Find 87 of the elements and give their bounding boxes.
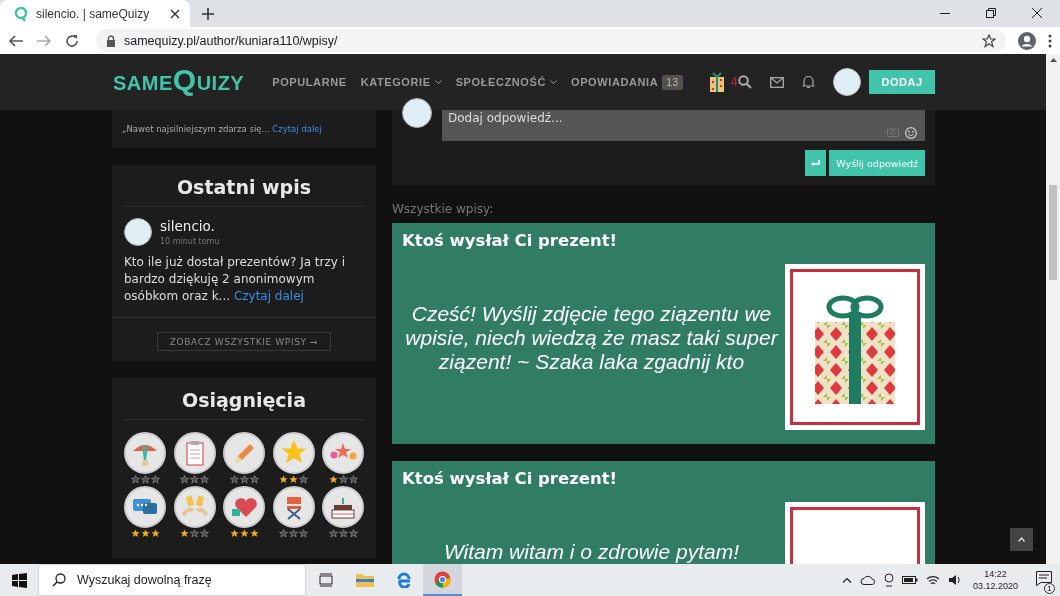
cloud-icon[interactable] — [859, 575, 876, 585]
author-name[interactable]: silencio. — [160, 218, 220, 234]
star-icon — [140, 529, 150, 538]
bookmark-star-icon[interactable] — [982, 33, 996, 48]
chevron-down-icon — [434, 79, 442, 85]
menu-icon[interactable] — [1048, 33, 1052, 48]
new-tab-icon[interactable] — [202, 7, 214, 20]
gift-icon[interactable] — [708, 72, 725, 92]
wifi-icon[interactable] — [925, 574, 940, 586]
avatar[interactable] — [124, 218, 152, 246]
back-icon[interactable] — [8, 32, 24, 49]
star-icon — [289, 475, 298, 484]
speaker-icon[interactable] — [947, 574, 961, 586]
chevron-up-icon — [1018, 537, 1025, 542]
reply-field[interactable]: Dodaj odpowiedź... — [442, 110, 925, 141]
taskbar-clock[interactable]: 14:22 03.12.2020 — [972, 568, 1018, 592]
close-icon[interactable] — [170, 8, 180, 19]
address-bar[interactable]: samequizy.pl/author/kuniara110/wpisy/ — [96, 29, 1006, 52]
section-label: Wszystkie wpisy: — [392, 201, 495, 218]
gift-count: 4 — [730, 75, 739, 89]
post-title: Ktoś wysłał Ci prezent! — [402, 231, 619, 250]
reload-icon[interactable] — [64, 32, 80, 49]
quiz-logo-icon — [14, 5, 28, 22]
nav-link[interactable]: SPOŁECZNOŚĆ — [455, 76, 557, 88]
smiley-icon[interactable] — [905, 127, 917, 139]
excerpt-text: Kto ile już dostał prezentów? Ja trzy i bardzo dziękuję 2 anonimowym osóbkom oraz k... Czytaj dalej — [112, 246, 376, 318]
avatar[interactable] — [833, 68, 862, 96]
achievement-badge[interactable] — [223, 432, 265, 474]
achievement-badge[interactable] — [173, 486, 216, 528]
star-icon — [249, 529, 259, 538]
bell-icon[interactable] — [802, 75, 816, 89]
profile-icon[interactable] — [1018, 31, 1036, 50]
taskbar-search-field[interactable]: Wyszukaj dowolną frazę — [38, 564, 306, 596]
webcam-icon[interactable] — [883, 573, 894, 587]
caret-up-icon[interactable] — [841, 577, 852, 583]
scroll-up-icon[interactable] — [1049, 58, 1057, 62]
star-icon — [180, 529, 189, 538]
site-logo[interactable]: SAMEQUIZY — [113, 69, 245, 95]
read-more-link[interactable]: Czytaj dalej — [272, 124, 322, 134]
browser-e-icon[interactable] — [395, 572, 412, 588]
star-icon — [130, 529, 140, 538]
nav-link[interactable]: OPOWIADANIA 13 — [571, 74, 683, 90]
star-icon — [328, 475, 338, 484]
post-text: Cześć! Wyślij zdjęcie tego ziązentu we wpisie, niech wiedzą że masz taki super ziązent! ~ Szaka laka zgadnij kto — [404, 301, 780, 374]
achievement-badge[interactable] — [173, 432, 216, 474]
lock-icon — [106, 34, 116, 47]
section-heading: Ostatni wpis — [124, 165, 364, 207]
time-text: 14:22 — [983, 568, 1008, 580]
star-icon — [150, 529, 160, 538]
star-icon — [229, 529, 239, 538]
excerpt-text: „Nawet najsilniejszym zdarza się... Czytaj dalej — [122, 124, 322, 134]
return-arrow-icon — [811, 159, 821, 167]
tab-title: silencio. | sameQuizy — [36, 6, 151, 21]
count-badge: 13 — [662, 74, 683, 90]
achievement-badge[interactable] — [272, 432, 315, 474]
section-heading: Osiągnięcia — [124, 378, 364, 420]
search-icon[interactable] — [738, 75, 753, 89]
mail-icon[interactable] — [770, 76, 785, 88]
search-icon — [52, 573, 66, 587]
enter-button[interactable] — [805, 150, 827, 176]
browser-tab[interactable]: silencio. | sameQuizy — [0, 0, 190, 27]
post-text: Witam witam i o zdrowie pytam! — [442, 539, 740, 564]
back-to-top-button[interactable] — [1010, 528, 1033, 551]
task-view-icon[interactable] — [318, 573, 333, 587]
achievement-badge[interactable] — [322, 432, 364, 474]
chrome-icon[interactable] — [434, 570, 451, 588]
chevron-down-icon — [550, 79, 557, 85]
all-posts-button[interactable]: ZOBACZ WSZYSTKIE WPISY ➞ — [157, 332, 331, 351]
star-icon — [279, 475, 288, 484]
achievement-badge[interactable] — [272, 486, 315, 528]
date-text: 03.12.2020 — [972, 580, 1018, 592]
achievement-badge[interactable] — [124, 486, 166, 528]
post-time: 10 minut temu — [160, 237, 220, 246]
battery-icon[interactable] — [901, 575, 918, 585]
post-title: Ktoś wysłał Ci prezent! — [402, 469, 619, 488]
nav-link[interactable]: POPULARNE — [272, 76, 347, 88]
folder-icon[interactable] — [355, 573, 374, 587]
star-icon — [239, 529, 249, 538]
notification-icon — [1036, 570, 1052, 586]
read-more-link[interactable]: Czytaj dalej — [233, 289, 304, 303]
achievement-badge[interactable] — [223, 486, 265, 528]
nav-link[interactable]: KATEGORIE — [360, 76, 442, 88]
achievement-badge[interactable] — [322, 486, 364, 528]
scrollbar[interactable] — [1046, 54, 1060, 564]
achievement-badge[interactable] — [124, 432, 166, 474]
scrollbar-thumb[interactable] — [1049, 185, 1057, 280]
windows-start-icon[interactable] — [11, 572, 27, 588]
